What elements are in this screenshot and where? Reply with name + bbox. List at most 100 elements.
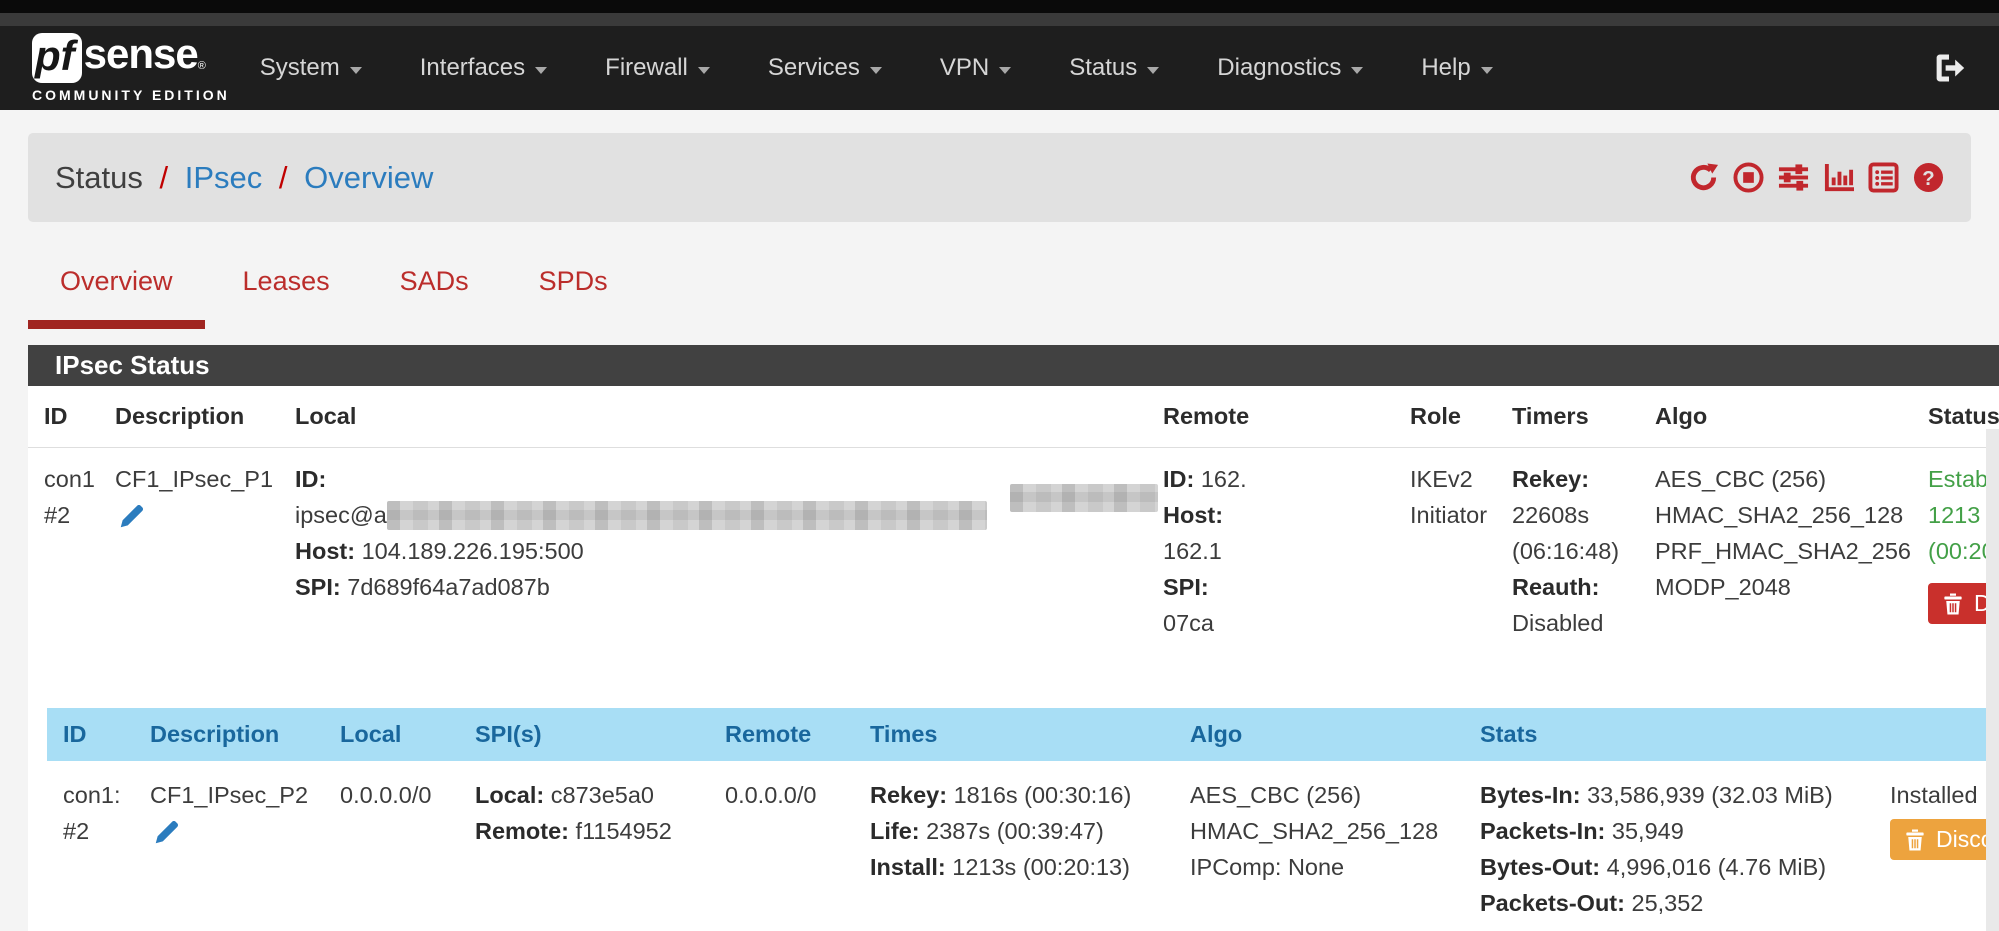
nav-item-services[interactable]: Services	[768, 54, 882, 82]
chevron-down-icon	[350, 67, 362, 74]
breadcrumb-separator: /	[271, 160, 296, 195]
algo-encryption: AES_CBC (256)	[1190, 777, 1464, 813]
tab-leases[interactable]: Leases	[243, 266, 330, 329]
local-host-value: 104.189.226.195:500	[362, 538, 584, 564]
rekey-value: 1816s (00:30:16)	[954, 782, 1132, 808]
bytes-in-label: Bytes-In:	[1480, 782, 1581, 808]
local-id-label: ID:	[295, 466, 326, 492]
refresh-icon[interactable]	[1688, 162, 1719, 193]
redacted-pixelated	[1010, 484, 1158, 512]
role-protocol: IKEv2	[1410, 461, 1496, 497]
chevron-down-icon	[1147, 67, 1159, 74]
cell-role: IKEv2 Initiator	[1394, 448, 1496, 694]
nav-item-label: Status	[1069, 54, 1137, 82]
navbar: pf sense ® COMMUNITY EDITION System Inte…	[0, 26, 1999, 110]
local-spi-label: SPI:	[295, 574, 341, 600]
panel-body: ID Description Local Remote Role Timers …	[28, 386, 1999, 931]
chevron-down-icon	[698, 67, 710, 74]
chevron-down-icon	[1351, 67, 1363, 74]
life-label: Life:	[870, 818, 920, 844]
cell-status: Installed Disco	[1874, 761, 1999, 931]
nav-item-label: Interfaces	[420, 54, 525, 82]
chevron-down-icon	[999, 67, 1011, 74]
nav-item-status[interactable]: Status	[1069, 54, 1159, 82]
logo-tagline: COMMUNITY EDITION	[32, 87, 230, 103]
cell-description: CF1_IPsec_P2	[134, 761, 324, 931]
rekey-value: 22608s	[1512, 497, 1639, 533]
rekey-time: (06:16:48)	[1512, 533, 1639, 569]
description-text: CF1_IPsec_P2	[150, 777, 324, 813]
breadcrumb-link-ipsec[interactable]: IPsec	[185, 160, 263, 195]
description-text: CF1_IPsec_P1	[115, 461, 279, 497]
remote-spi-label: SPI:	[1163, 574, 1209, 600]
connection-instance: #2	[44, 497, 99, 533]
reauth-label: Reauth:	[1512, 574, 1599, 600]
nav-item-vpn[interactable]: VPN	[940, 54, 1011, 82]
nav-item-label: Help	[1421, 54, 1470, 82]
col-remote: Remote	[1147, 386, 1394, 448]
chevron-down-icon	[1481, 67, 1493, 74]
chevron-down-icon	[870, 67, 882, 74]
pfsense-logo[interactable]: pf sense ® COMMUNITY EDITION	[32, 33, 230, 103]
breadcrumb-link-overview[interactable]: Overview	[304, 160, 433, 195]
breadcrumb-bar: Status / IPsec / Overview	[28, 133, 1971, 222]
breadcrumb-separator: /	[152, 160, 177, 195]
nav-item-system[interactable]: System	[260, 54, 362, 82]
cell-local: ID: ipsec@a Host: 104.189.226.195:500 SP…	[279, 448, 1147, 694]
cell-local: 0.0.0.0/0	[324, 761, 459, 931]
ipsec-status-panel: IPsec Status ID Description Local Remote…	[28, 345, 1999, 931]
tab-spds[interactable]: SPDs	[539, 266, 608, 329]
redacted-white	[1163, 646, 1348, 672]
col-description: Description	[99, 386, 279, 448]
list-icon[interactable]	[1868, 162, 1899, 193]
cell-algo: AES_CBC (256) HMAC_SHA2_256_128 PRF_HMAC…	[1639, 448, 1912, 694]
stop-icon[interactable]	[1733, 162, 1764, 193]
local-spi-value: 7d689f64a7ad087b	[347, 574, 550, 600]
col-remote: Remote	[709, 708, 854, 761]
packets-in-value: 35,949	[1612, 818, 1684, 844]
disconnect-p2-button[interactable]: Disco	[1890, 819, 1999, 860]
trash-icon	[1941, 592, 1965, 616]
breadcrumb-root: Status	[55, 160, 143, 195]
tab-sads[interactable]: SADs	[400, 266, 469, 329]
scrollbar-gutter[interactable]	[1986, 429, 1999, 931]
svg-text:?: ?	[1922, 168, 1934, 190]
packets-out-value: 25,352	[1632, 890, 1704, 916]
local-host-label: Host:	[295, 538, 355, 564]
col-local: Local	[324, 708, 459, 761]
chevron-down-icon	[535, 67, 547, 74]
sign-out-icon[interactable]	[1931, 50, 1967, 86]
pfsense-page: pf sense ® COMMUNITY EDITION System Inte…	[0, 0, 1999, 931]
nav-item-interfaces[interactable]: Interfaces	[420, 54, 547, 82]
cell-id: con1 #2	[28, 448, 99, 694]
col-description: Description	[134, 708, 324, 761]
top-black-bar	[0, 0, 1999, 13]
col-algo: Algo	[1174, 708, 1464, 761]
nav-item-help[interactable]: Help	[1421, 54, 1492, 82]
cell-algo: AES_CBC (256) HMAC_SHA2_256_128 IPComp: …	[1174, 761, 1464, 931]
bar-chart-icon[interactable]	[1823, 162, 1854, 193]
col-times: Times	[854, 708, 1174, 761]
nav-item-firewall[interactable]: Firewall	[605, 54, 710, 82]
install-value: 1213s (00:20:13)	[952, 854, 1130, 880]
nav-item-diagnostics[interactable]: Diagnostics	[1217, 54, 1363, 82]
local-id-value: ipsec@a	[295, 502, 387, 528]
help-icon[interactable]: ?	[1913, 162, 1944, 193]
rekey-label: Rekey:	[870, 782, 947, 808]
edit-pencil-icon[interactable]	[152, 817, 182, 847]
edit-pencil-icon[interactable]	[117, 501, 147, 531]
packets-out-label: Packets-Out:	[1480, 890, 1625, 916]
ike-sa-table: ID Description Local Remote Role Timers …	[28, 386, 1999, 693]
disconnect-label: Disco	[1936, 826, 1994, 853]
col-id: ID	[47, 708, 134, 761]
tab-overview[interactable]: Overview	[60, 266, 173, 329]
nav-item-label: Diagnostics	[1217, 54, 1341, 82]
child-sa-section: ID Description Local SPI(s) Remote Times…	[28, 693, 1999, 931]
packets-in-label: Packets-In:	[1480, 818, 1605, 844]
cell-timers: Rekey: 22608s (06:16:48) Reauth: Disable…	[1496, 448, 1639, 694]
connection-instance: #2	[63, 813, 134, 849]
sliders-icon[interactable]	[1778, 162, 1809, 193]
col-stats: Stats	[1464, 708, 1874, 761]
remote-spi-value: 07ca	[1163, 610, 1214, 636]
page-action-icons: ?	[1688, 162, 1944, 193]
